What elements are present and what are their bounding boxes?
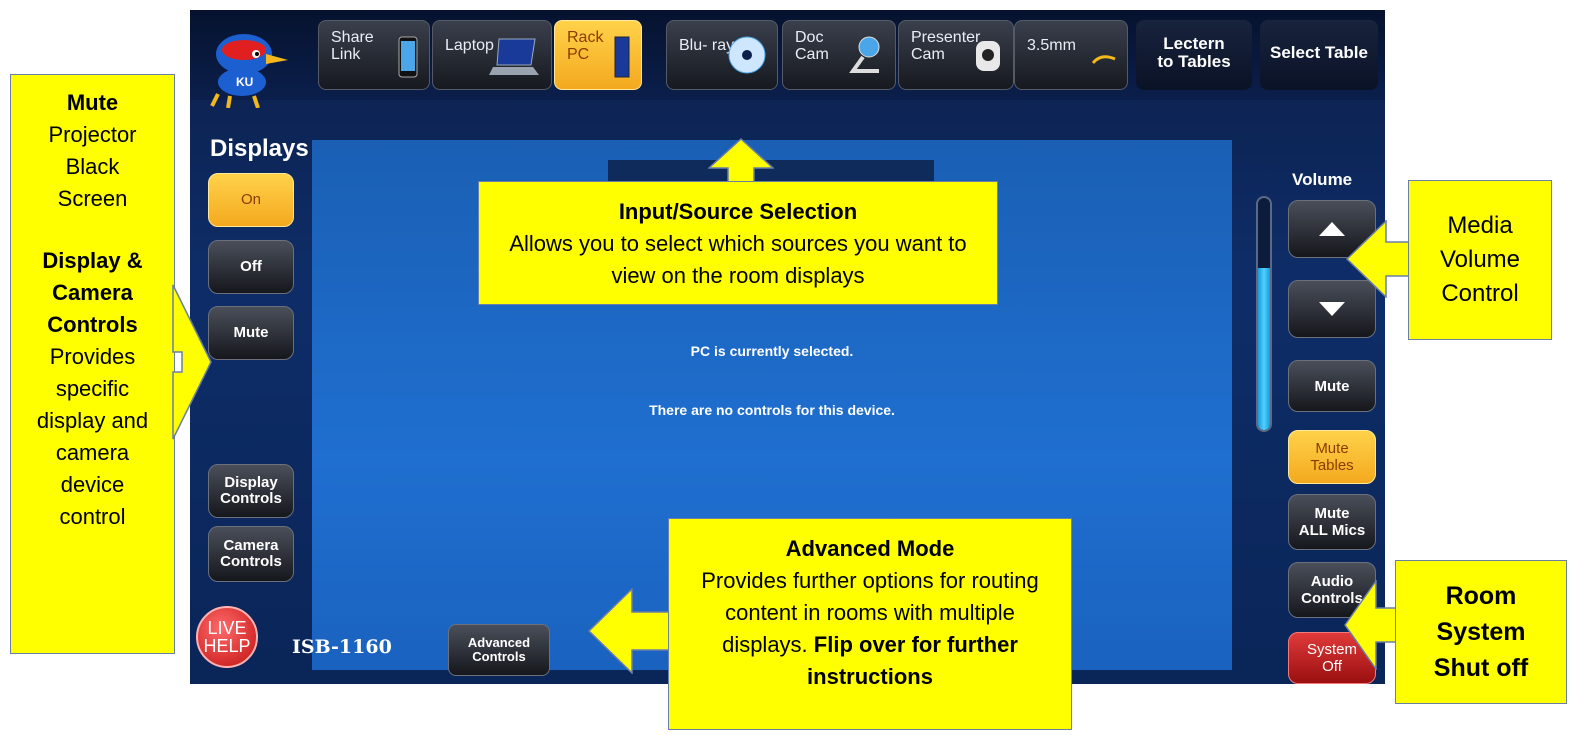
display-controls-button[interactable]: Display Controls xyxy=(208,464,294,518)
callout-advanced-mode: Advanced Mode Provides further options f… xyxy=(668,518,1072,730)
display-mute-button[interactable]: Mute xyxy=(208,306,294,360)
displays-title: Displays xyxy=(210,135,309,162)
volume-level-bar[interactable] xyxy=(1256,196,1272,432)
webcam-icon xyxy=(849,36,880,73)
callout-dc-title: Display & Camera Controls xyxy=(42,248,143,337)
source-presenter-cam[interactable]: Presenter Cam xyxy=(898,20,1014,90)
no-controls-text: There are no controls for this device. xyxy=(649,402,895,418)
display-off-button[interactable]: Off xyxy=(208,240,294,294)
arrow-left-icon xyxy=(1344,580,1398,670)
arrow-right-icon xyxy=(172,284,212,440)
disc-icon xyxy=(728,36,766,74)
ku-jayhawk-logo: KU xyxy=(210,34,288,108)
audio-cable-icon xyxy=(1091,55,1116,65)
callout-mute-desc: Projector Black Screen xyxy=(48,122,137,211)
callout-input-selection: Input/Source Selection Allows you to sel… xyxy=(478,181,998,305)
mute-tables-button[interactable]: Mute Tables xyxy=(1288,430,1376,484)
callout-advanced-title: Advanced Mode xyxy=(785,536,955,561)
callout-advanced-note: Flip over for further instructions xyxy=(807,632,1018,689)
pc-tower-icon xyxy=(614,36,630,78)
ptz-camera-icon xyxy=(976,41,1000,71)
lectern-to-tables-button[interactable]: Lectern to Tables xyxy=(1136,20,1252,90)
source-label: 3.5mm xyxy=(1027,37,1076,54)
mute-all-mics-button[interactable]: Mute ALL Mics xyxy=(1288,494,1376,550)
callout-input-title: Input/Source Selection xyxy=(618,199,858,224)
source-label: Presenter Cam xyxy=(911,29,981,63)
selected-source-text: PC is currently selected. xyxy=(690,343,854,359)
select-table-button[interactable]: Select Table xyxy=(1260,20,1378,90)
room-name: ISB-1160 xyxy=(292,636,392,658)
source-blu-ray[interactable]: Blu- ray xyxy=(666,20,778,90)
volume-level-fill xyxy=(1258,267,1270,430)
advanced-controls-button[interactable]: Advanced Controls xyxy=(448,624,550,676)
camera-controls-button[interactable]: Camera Controls xyxy=(208,526,294,582)
source-laptop[interactable]: Laptop xyxy=(432,20,552,90)
laptop-icon xyxy=(489,38,539,75)
phone-icon xyxy=(398,36,418,78)
arrow-up-icon xyxy=(708,138,774,184)
arrow-left-icon xyxy=(1346,220,1410,298)
svg-text:KU: KU xyxy=(236,75,253,89)
arrow-left-icon xyxy=(588,588,672,674)
callout-input-desc: Allows you to select which sources you w… xyxy=(509,231,967,288)
callout-mute-title: Mute xyxy=(66,90,119,115)
volume-title: Volume xyxy=(1292,170,1353,189)
source-doc-cam[interactable]: Doc Cam xyxy=(782,20,896,90)
source-share-link[interactable]: Share Link xyxy=(318,20,430,90)
source-rack-pc[interactable]: Rack PC xyxy=(554,20,642,90)
callout-display-controls: Mute Projector Black Screen Display & Ca… xyxy=(10,74,175,654)
callout-media-volume: Media Volume Control xyxy=(1408,180,1552,340)
triangle-down-icon xyxy=(1319,302,1345,316)
volume-mute-button[interactable]: Mute xyxy=(1288,360,1376,412)
live-help-button[interactable]: LIVE HELP xyxy=(196,606,258,668)
source-3-5mm[interactable]: 3.5mm xyxy=(1014,20,1128,90)
source-label: Share Link xyxy=(331,29,374,63)
triangle-up-icon xyxy=(1319,222,1345,236)
callout-room-shutoff: Room System Shut off xyxy=(1395,560,1567,704)
display-on-button[interactable]: On xyxy=(208,173,294,227)
callout-dc-desc: Provides specific display and camera dev… xyxy=(36,344,149,529)
